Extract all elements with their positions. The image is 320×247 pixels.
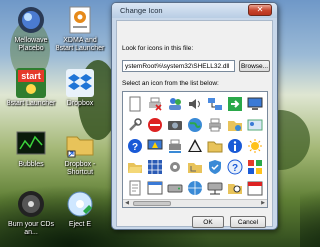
printer-net-icon[interactable] (166, 137, 184, 155)
desktop-icon[interactable]: start 8start Launcher (6, 66, 56, 108)
eject-icon (63, 187, 97, 221)
dialog-title: Change Icon (120, 6, 163, 15)
sun-icon[interactable] (246, 137, 264, 155)
calendar-icon[interactable] (246, 179, 264, 197)
user-card-icon[interactable] (246, 116, 264, 134)
desktop-icon[interactable]: Burn your CDs an... (6, 187, 56, 237)
drive-network-icon[interactable] (206, 179, 224, 197)
cancel-button[interactable]: Cancel (230, 216, 266, 228)
desktop-icon[interactable]: XDMA and 8start Launcher (55, 3, 105, 53)
bubbles-icon (14, 127, 48, 161)
scroll-left-icon[interactable]: ◀ (123, 200, 131, 207)
desktop-icon-label: Eject E (68, 221, 92, 228)
shield-icon[interactable] (206, 158, 224, 176)
desktop-icon[interactable]: Dropbox - Shortcut (55, 127, 105, 177)
dropbox-icon (63, 66, 97, 100)
desktop-icon-label: Burn your CDs an... (8, 221, 54, 236)
desktop-icon-label: 8start Launcher (6, 100, 56, 107)
look-for-label: Look for icons in this file: (122, 45, 194, 52)
info-icon[interactable] (226, 137, 244, 155)
file-path-input[interactable]: ystemRoot%\system32\SHELL32.dll (122, 60, 235, 72)
svg-text:?: ? (232, 163, 238, 174)
desktop-icon-label: XDMA and 8start Launcher (55, 37, 105, 52)
arrow-right-icon[interactable] (226, 95, 244, 113)
desktop-icon-label: Bubbles (18, 161, 44, 168)
scroll-right-icon[interactable]: ▶ (259, 200, 267, 207)
no-entry-icon[interactable] (146, 116, 164, 134)
change-icon-dialog: Change Icon ✕ Look for icons in this fil… (111, 2, 278, 230)
speaker-icon[interactable] (186, 95, 204, 113)
windows-icon[interactable] (246, 158, 264, 176)
blank-document-icon[interactable] (126, 95, 144, 113)
program-icon[interactable] (146, 179, 164, 197)
desktop-icon-label: Dropbox - Shortcut (64, 161, 96, 176)
monitor-icon[interactable] (246, 95, 264, 113)
folder-shortcut-icon (63, 127, 97, 161)
warning-icon[interactable] (186, 137, 204, 155)
network-folder-icon[interactable] (226, 116, 244, 134)
help-blue-icon[interactable]: ? (226, 158, 244, 176)
desktop-icon[interactable]: Eject E (55, 187, 105, 229)
desktop-icon-label: Mellowave Placebo (14, 37, 48, 52)
printer-icon[interactable] (206, 116, 224, 134)
close-button[interactable]: ✕ (248, 4, 272, 16)
select-icon-label: Select an icon from the list below: (122, 80, 219, 87)
folder-icon[interactable] (206, 137, 224, 155)
gear-key-icon[interactable] (166, 158, 184, 176)
scroll-thumb[interactable] (133, 201, 171, 206)
folder-search-icon[interactable] (226, 179, 244, 197)
desktop-icon[interactable]: Bubbles (6, 127, 56, 169)
monitor-warning-icon[interactable] (146, 137, 164, 155)
settings-doc-icon (63, 3, 97, 37)
browse-button[interactable]: Browse... (239, 60, 270, 72)
horizontal-scrollbar[interactable]: ◀ ▶ (123, 199, 267, 207)
tools-icon[interactable] (126, 116, 144, 134)
drive-icon[interactable] (166, 179, 184, 197)
users-icon[interactable] (166, 95, 184, 113)
folder-tree-icon[interactable] (186, 158, 204, 176)
dialog-body: Look for icons in this file: ystemRoot%\… (116, 20, 273, 228)
placebo-icon (14, 3, 48, 37)
globe-icon[interactable] (186, 116, 204, 134)
help-icon[interactable]: ? (126, 137, 144, 155)
desktop-icon-label: Dropbox (66, 100, 94, 107)
printer-x-icon[interactable] (146, 95, 164, 113)
network-icon[interactable] (206, 95, 224, 113)
icon-list[interactable]: ?? ◀ ▶ (122, 91, 268, 208)
desktop-icon[interactable]: Dropbox (55, 66, 105, 108)
folder-open-icon[interactable] (126, 158, 144, 176)
camera-icon[interactable] (166, 116, 184, 134)
globe-network-icon[interactable] (186, 179, 204, 197)
network-grid-icon[interactable] (146, 158, 164, 176)
start-launcher-icon: start (14, 66, 48, 100)
title-bar[interactable]: Change Icon ✕ (112, 3, 277, 18)
desktop-icon[interactable]: Mellowave Placebo (6, 3, 56, 53)
ok-button[interactable]: OK (192, 216, 224, 228)
document-icon[interactable] (126, 179, 144, 197)
svg-text:?: ? (132, 142, 138, 153)
cd-burner-icon (14, 187, 48, 221)
svg-text:start: start (21, 71, 41, 81)
